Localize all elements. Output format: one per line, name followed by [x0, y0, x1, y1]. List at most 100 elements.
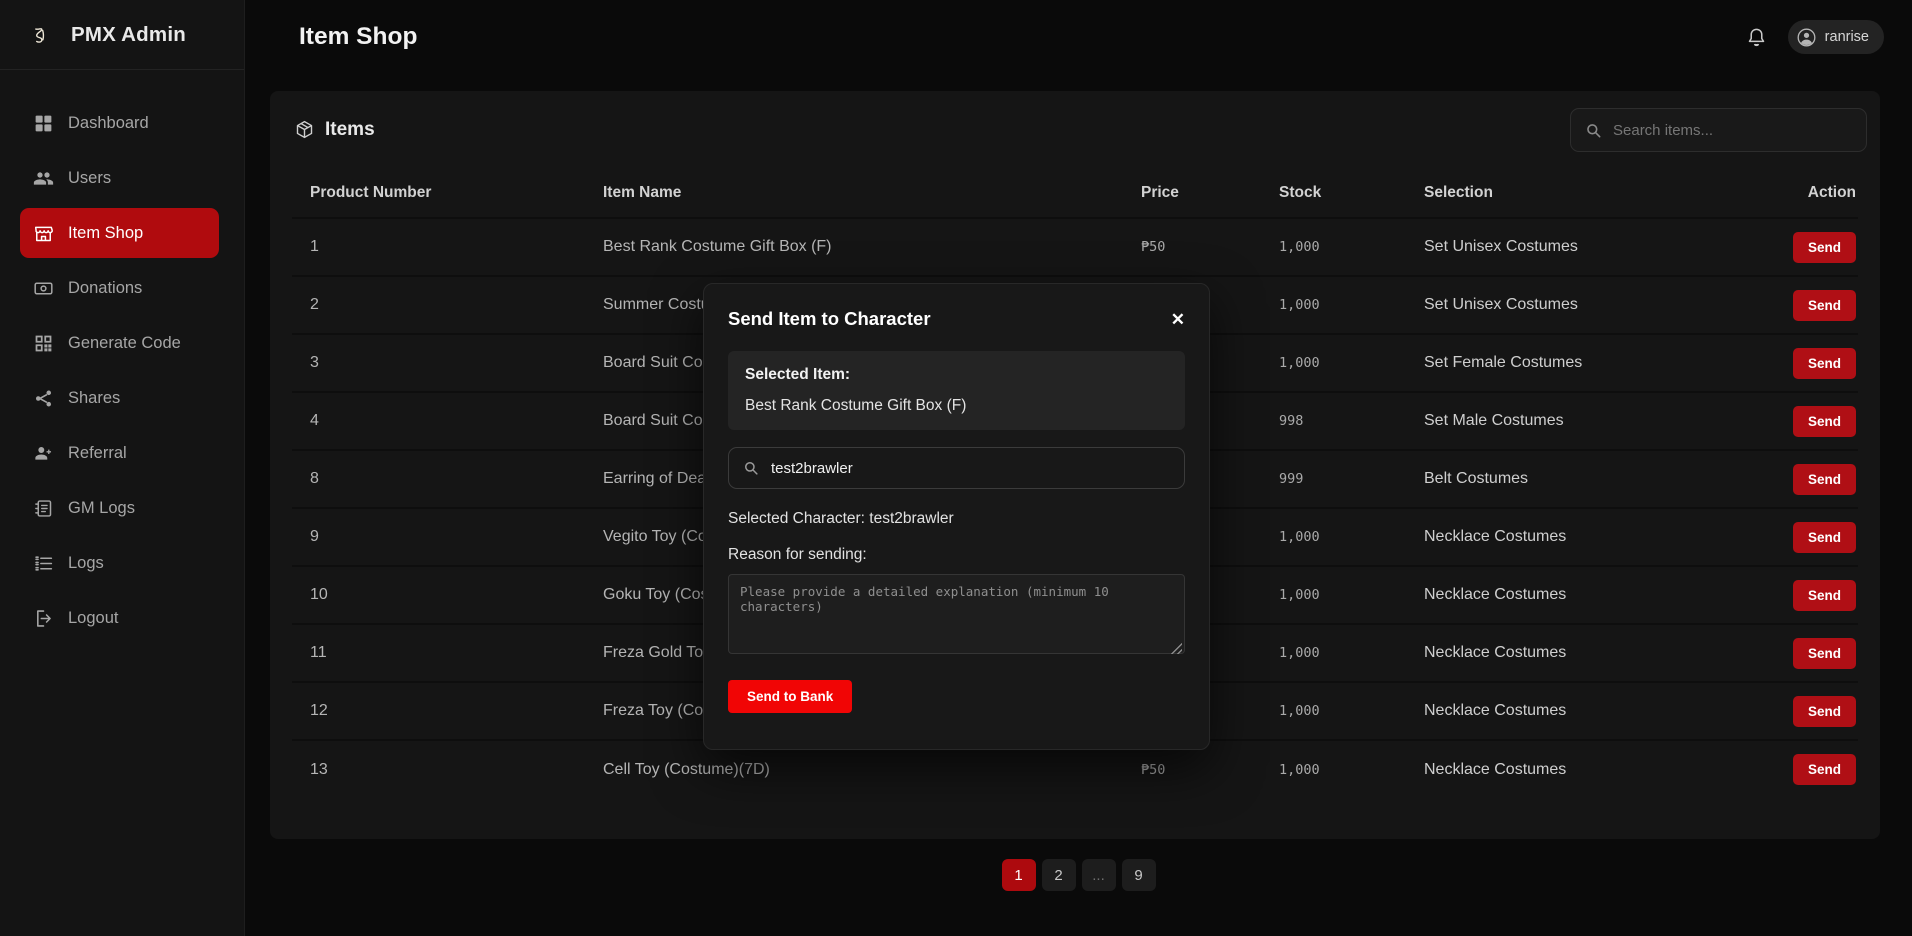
col-header-action: Action: [1700, 168, 1858, 218]
send-button[interactable]: Send: [1793, 522, 1856, 553]
user-menu[interactable]: ranrise: [1788, 20, 1884, 54]
sidebar-item-donations[interactable]: Donations: [20, 263, 219, 313]
cell-product-number: 1: [292, 218, 603, 276]
cell-stock: 1,000: [1279, 566, 1424, 624]
cell-action: Send: [1700, 624, 1858, 682]
logout-icon: [33, 608, 54, 629]
send-button[interactable]: Send: [1793, 754, 1856, 785]
cell-stock: 1,000: [1279, 218, 1424, 276]
character-search-input[interactable]: [771, 460, 1171, 477]
cell-selection: Set Unisex Costumes: [1424, 276, 1700, 334]
sidebar-item-gm-logs[interactable]: GM Logs: [20, 483, 219, 533]
pagination: 1 2 ... 9: [245, 859, 1912, 891]
cell-product-number: 12: [292, 682, 603, 740]
sidebar-item-shares[interactable]: Shares: [20, 373, 219, 423]
cell-action: Send: [1700, 682, 1858, 740]
send-button[interactable]: Send: [1793, 406, 1856, 437]
cell-selection: Necklace Costumes: [1424, 566, 1700, 624]
selected-character-text: Selected Character: test2brawler: [728, 510, 1185, 528]
package-icon: [294, 119, 315, 140]
items-search-input[interactable]: [1613, 122, 1853, 139]
cell-stock: 999: [1279, 450, 1424, 508]
cell-stock: 1,000: [1279, 624, 1424, 682]
pagination-page-2[interactable]: 2: [1042, 859, 1076, 891]
cell-stock: 1,000: [1279, 276, 1424, 334]
send-button[interactable]: Send: [1793, 696, 1856, 727]
cell-action: Send: [1700, 508, 1858, 566]
sidebar-item-label: GM Logs: [68, 499, 135, 518]
sidebar-item-label: Shares: [68, 389, 120, 408]
cell-action: Send: [1700, 218, 1858, 276]
topbar-actions: ranrise: [1745, 20, 1884, 54]
cell-product-number: 4: [292, 392, 603, 450]
col-header-item-name: Item Name: [603, 168, 1141, 218]
send-to-bank-button[interactable]: Send to Bank: [728, 680, 852, 713]
items-card-title-text: Items: [325, 119, 375, 141]
send-button[interactable]: Send: [1793, 348, 1856, 379]
cell-action: Send: [1700, 450, 1858, 508]
sidebar-item-label: Logs: [68, 554, 104, 573]
send-button[interactable]: Send: [1793, 232, 1856, 263]
sidebar-item-label: Item Shop: [68, 224, 143, 243]
share-icon: [33, 388, 54, 409]
pagination-page-1[interactable]: 1: [1002, 859, 1036, 891]
sidebar-item-dashboard[interactable]: Dashboard: [20, 98, 219, 148]
cell-selection: Set Male Costumes: [1424, 392, 1700, 450]
reason-area: [728, 574, 1185, 659]
cell-action: Send: [1700, 392, 1858, 450]
table-row: 1 Best Rank Costume Gift Box (F) ₱50 1,0…: [292, 218, 1858, 276]
send-item-modal: Send Item to Character ✕ Selected Item: …: [703, 283, 1210, 750]
send-button[interactable]: Send: [1793, 638, 1856, 669]
person-add-icon: [33, 443, 54, 464]
selected-item-box: Selected Item: Best Rank Costume Gift Bo…: [728, 351, 1185, 430]
selected-item-value: Best Rank Costume Gift Box (F): [745, 397, 1168, 415]
modal-header: Send Item to Character ✕: [728, 308, 1185, 330]
banknote-icon: [33, 278, 54, 299]
sidebar-item-label: Generate Code: [68, 334, 181, 353]
storefront-icon: [33, 223, 54, 244]
cell-selection: Set Female Costumes: [1424, 334, 1700, 392]
search-icon: [742, 459, 760, 477]
items-search: [1570, 108, 1867, 152]
cell-selection: Necklace Costumes: [1424, 682, 1700, 740]
sidebar-item-logout[interactable]: Logout: [20, 593, 219, 643]
sidebar-item-users[interactable]: Users: [20, 153, 219, 203]
qr-code-icon: [33, 333, 54, 354]
send-button[interactable]: Send: [1793, 290, 1856, 321]
notebook-icon: [33, 498, 54, 519]
sidebar-item-label: Logout: [68, 609, 118, 628]
cell-product-number: 3: [292, 334, 603, 392]
pmx-logo-icon: [20, 16, 58, 54]
cell-price: ₱50: [1141, 218, 1279, 276]
cell-action: Send: [1700, 566, 1858, 624]
sidebar-item-item-shop[interactable]: Item Shop: [20, 208, 219, 258]
cell-product-number: 11: [292, 624, 603, 682]
cell-stock: 1,000: [1279, 682, 1424, 740]
pagination-ellipsis: ...: [1082, 859, 1116, 891]
send-button[interactable]: Send: [1793, 580, 1856, 611]
cell-selection: Necklace Costumes: [1424, 624, 1700, 682]
sidebar-item-logs[interactable]: Logs: [20, 538, 219, 588]
selected-item-label: Selected Item:: [745, 366, 1168, 384]
reason-textarea[interactable]: [728, 574, 1185, 654]
cell-stock: 1,000: [1279, 334, 1424, 392]
cell-action: Send: [1700, 740, 1858, 798]
close-icon[interactable]: ✕: [1171, 311, 1185, 328]
col-header-stock: Stock: [1279, 168, 1424, 218]
notifications-bell-icon[interactable]: [1745, 26, 1768, 49]
sidebar-item-referral[interactable]: Referral: [20, 428, 219, 478]
cell-item-name: Best Rank Costume Gift Box (F): [603, 218, 1141, 276]
sidebar-item-label: Dashboard: [68, 114, 149, 133]
send-button[interactable]: Send: [1793, 464, 1856, 495]
cell-action: Send: [1700, 276, 1858, 334]
users-icon: [33, 168, 54, 189]
table-header-row: Product Number Item Name Price Stock Sel…: [292, 168, 1858, 218]
pagination-page-9[interactable]: 9: [1122, 859, 1156, 891]
cell-selection: Necklace Costumes: [1424, 508, 1700, 566]
sidebar-item-label: Users: [68, 169, 111, 188]
sidebar-item-generate-code[interactable]: Generate Code: [20, 318, 219, 368]
cell-selection: Set Unisex Costumes: [1424, 218, 1700, 276]
brand: PMX Admin: [0, 0, 244, 70]
topbar: Item Shop ranrise: [245, 0, 1912, 74]
col-header-product-number: Product Number: [292, 168, 603, 218]
